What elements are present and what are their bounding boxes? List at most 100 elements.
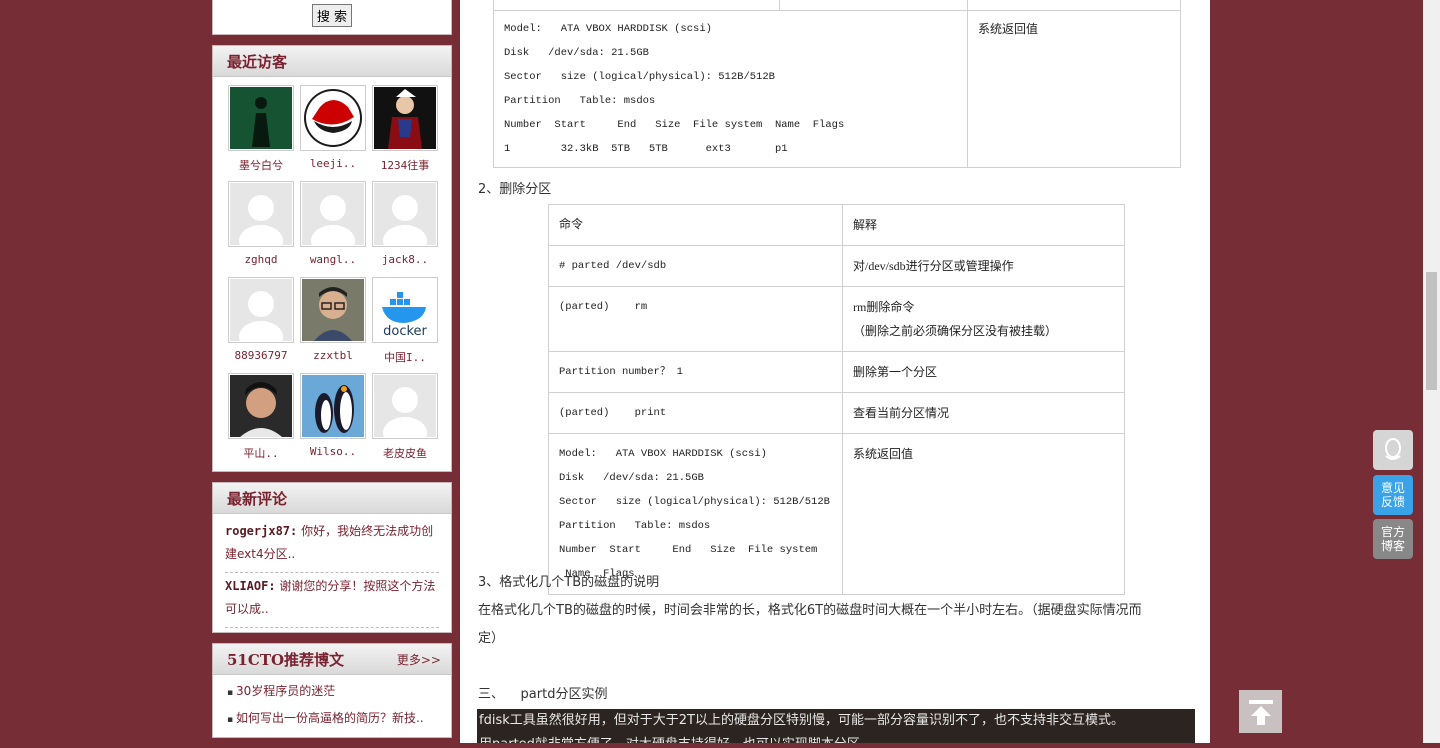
visitor-name[interactable]: 老皮皮鱼 xyxy=(369,445,441,465)
arrow-up-icon xyxy=(1248,699,1273,725)
article-link[interactable]: 如何写出一份高逼格的简历？新技.. xyxy=(227,706,437,733)
vertical-scrollbar[interactable] xyxy=(1423,0,1440,743)
visitor-item[interactable]: zghqd xyxy=(225,181,297,273)
matrix-figure-avatar-image xyxy=(230,87,292,149)
visitor-item[interactable]: 88936797 xyxy=(225,277,297,369)
desc-cell: rm删除命令 （删除之前必须确保分区没有被挂载） xyxy=(842,286,1125,352)
comment-user[interactable]: rogerjx87: xyxy=(225,524,297,538)
visitor-name[interactable]: leeji.. xyxy=(297,157,369,177)
output-line: Disk /dev/sda: 21.5GB xyxy=(559,472,704,484)
svg-text:docker: docker xyxy=(383,324,427,339)
section-heading: 三、 partd分区实例 xyxy=(478,687,608,702)
visitor-item[interactable]: docker 中国I.. xyxy=(369,277,441,369)
feedback-label: 意见反馈 xyxy=(1380,481,1405,509)
visitor-grid: 墨兮白兮 leeji.. 1234往事 zghqd wangl.. jack8.. 8893… xyxy=(213,77,451,471)
avatar[interactable] xyxy=(228,373,294,439)
recent-visitors-title: 最近访客 xyxy=(213,46,451,77)
search-button[interactable]: 搜 索 xyxy=(311,4,353,27)
cmd-cell: # parted /dev/sdb xyxy=(548,245,843,287)
visitor-item[interactable]: zzxtbl xyxy=(297,277,369,369)
visitor-item[interactable]: leeji.. xyxy=(297,85,369,177)
back-to-top-button[interactable] xyxy=(1239,690,1282,733)
article-link[interactable]: 30岁程序员的迷茫 xyxy=(227,679,437,706)
output-line: Disk /dev/sda: 21.5GB xyxy=(504,47,649,59)
avatar[interactable] xyxy=(300,85,366,151)
visitor-item[interactable]: Wilso.. xyxy=(297,373,369,465)
comment-list: rogerjx87: 你好，我始终无法成功创建ext4分区.. XLIAOF: … xyxy=(213,514,451,632)
docker-logo-avatar-image: docker xyxy=(374,279,436,341)
visitor-name[interactable]: zzxtbl xyxy=(297,349,369,369)
visitor-name[interactable]: 平山.. xyxy=(225,445,297,465)
scrollbar-thumb[interactable] xyxy=(1426,272,1437,390)
anime-character-avatar-image xyxy=(374,87,436,149)
table-header-desc: 解释 xyxy=(842,204,1125,246)
default-user-avatar-image xyxy=(374,375,436,437)
visitor-name[interactable]: Wilso.. xyxy=(297,445,369,465)
table-header-cmd: 命令 xyxy=(548,204,843,246)
avatar[interactable] xyxy=(300,277,366,343)
man-portrait-avatar-image xyxy=(230,375,292,437)
qq-contact-button[interactable] xyxy=(1373,430,1413,470)
visitor-name[interactable]: wangl.. xyxy=(297,253,369,273)
article-list: 30岁程序员的迷茫 如何写出一份高逼格的简历？新技.. xyxy=(213,675,451,737)
qq-icon xyxy=(1385,438,1401,460)
visitor-item[interactable]: 1234往事 xyxy=(369,85,441,177)
avatar[interactable]: docker xyxy=(372,277,438,343)
avatar[interactable] xyxy=(372,85,438,151)
visitor-item[interactable]: 老皮皮鱼 xyxy=(369,373,441,465)
output-line: Number Start End Size File system xyxy=(559,544,818,556)
avatar[interactable] xyxy=(300,373,366,439)
visitor-item[interactable]: 墨兮白兮 xyxy=(225,85,297,177)
official-blog-button[interactable]: 官方博客 xyxy=(1373,519,1413,559)
highlight-line: fdisk工具虽然很好用，但对于大于2T以上的硬盘分区特别慢，可能一部分容量识别… xyxy=(477,709,1195,733)
paragraph: 定） xyxy=(478,631,505,646)
comment-user[interactable]: XLIAOF: xyxy=(225,579,276,593)
official-blog-label: 官方博客 xyxy=(1380,525,1405,553)
redhat-logo-avatar-image xyxy=(302,87,364,149)
more-link[interactable]: 更多>> xyxy=(397,644,441,676)
visitor-name[interactable]: zghqd xyxy=(225,253,297,273)
visitor-item[interactable]: 平山.. xyxy=(225,373,297,465)
default-user-avatar-image xyxy=(230,279,292,341)
avatar[interactable] xyxy=(372,181,438,247)
paragraph: 在格式化几个TB的磁盘的时候，时间会非常的长，格式化6T的磁盘时间大概在一个半小… xyxy=(478,603,1142,618)
feedback-button[interactable]: 意见反馈 xyxy=(1373,475,1413,515)
output-line: Model: ATA VBOX HARDDISK (scsi) xyxy=(504,23,712,35)
visitor-name[interactable]: 88936797 xyxy=(225,349,297,369)
highlight-line: 用parted就非常方便了，对大硬盘支持得好，也可以实现脚本分区 xyxy=(477,733,1195,743)
recommended-posts-title: 51CTO推荐博文 更多>> xyxy=(213,644,451,675)
output-line: Partition Table: msdos xyxy=(504,95,656,107)
output-line: Partition Table: msdos xyxy=(559,520,711,532)
avatar[interactable] xyxy=(300,181,366,247)
avatar[interactable] xyxy=(228,85,294,151)
avatar[interactable] xyxy=(372,373,438,439)
article-content: Model: ATA VBOX HARDDISK (scsi) Disk /de… xyxy=(460,0,1210,743)
section-heading: 3、格式化几个TB的磁盘的说明 xyxy=(478,575,660,590)
visitor-name[interactable]: 中国I.. xyxy=(369,349,441,369)
latest-comments-title: 最新评论 xyxy=(213,483,451,514)
output-line: Number Start End Size File system Name F… xyxy=(504,119,845,131)
visitor-name[interactable]: 1234往事 xyxy=(369,157,441,177)
visitor-name[interactable]: jack8.. xyxy=(369,253,441,273)
avatar[interactable] xyxy=(228,277,294,343)
output-cell: Model: ATA VBOX HARDDISK (scsi) Disk /de… xyxy=(493,10,968,168)
avatar[interactable] xyxy=(228,181,294,247)
visitor-item[interactable]: wangl.. xyxy=(297,181,369,273)
sidebar: 搜 索 最近访客 墨兮白兮 leeji.. 1234往事 zghqd wangl.. ja… xyxy=(212,0,452,748)
comment-item[interactable]: XLIAOF: 谢谢您的分享！按照这个方法可以成.. xyxy=(225,573,439,628)
visitor-item[interactable]: jack8.. xyxy=(369,181,441,273)
cmd-cell: (parted) print xyxy=(548,392,843,434)
table-cell xyxy=(493,0,780,11)
cmd-cell: (parted) rm xyxy=(548,286,843,352)
comment-item[interactable]: rogerjx87: 你好，我始终无法成功创建ext4分区.. xyxy=(225,518,439,573)
cmd-cell: Partition number？ 1 xyxy=(548,351,843,393)
note-cell: 系统返回值 xyxy=(967,10,1181,168)
section-heading: 2、删除分区 xyxy=(478,182,552,197)
visitor-name[interactable]: 墨兮白兮 xyxy=(225,157,297,177)
desc-line: （删除之前必须确保分区没有被挂载） xyxy=(853,324,1058,338)
desc-line: rm删除命令 xyxy=(853,300,915,314)
penguins-avatar-image xyxy=(302,375,364,437)
table-cell xyxy=(967,0,1181,11)
desc-cell: 删除第一个分区 xyxy=(842,351,1125,393)
recommended-posts-heading: 51CTO推荐博文 xyxy=(227,651,345,669)
